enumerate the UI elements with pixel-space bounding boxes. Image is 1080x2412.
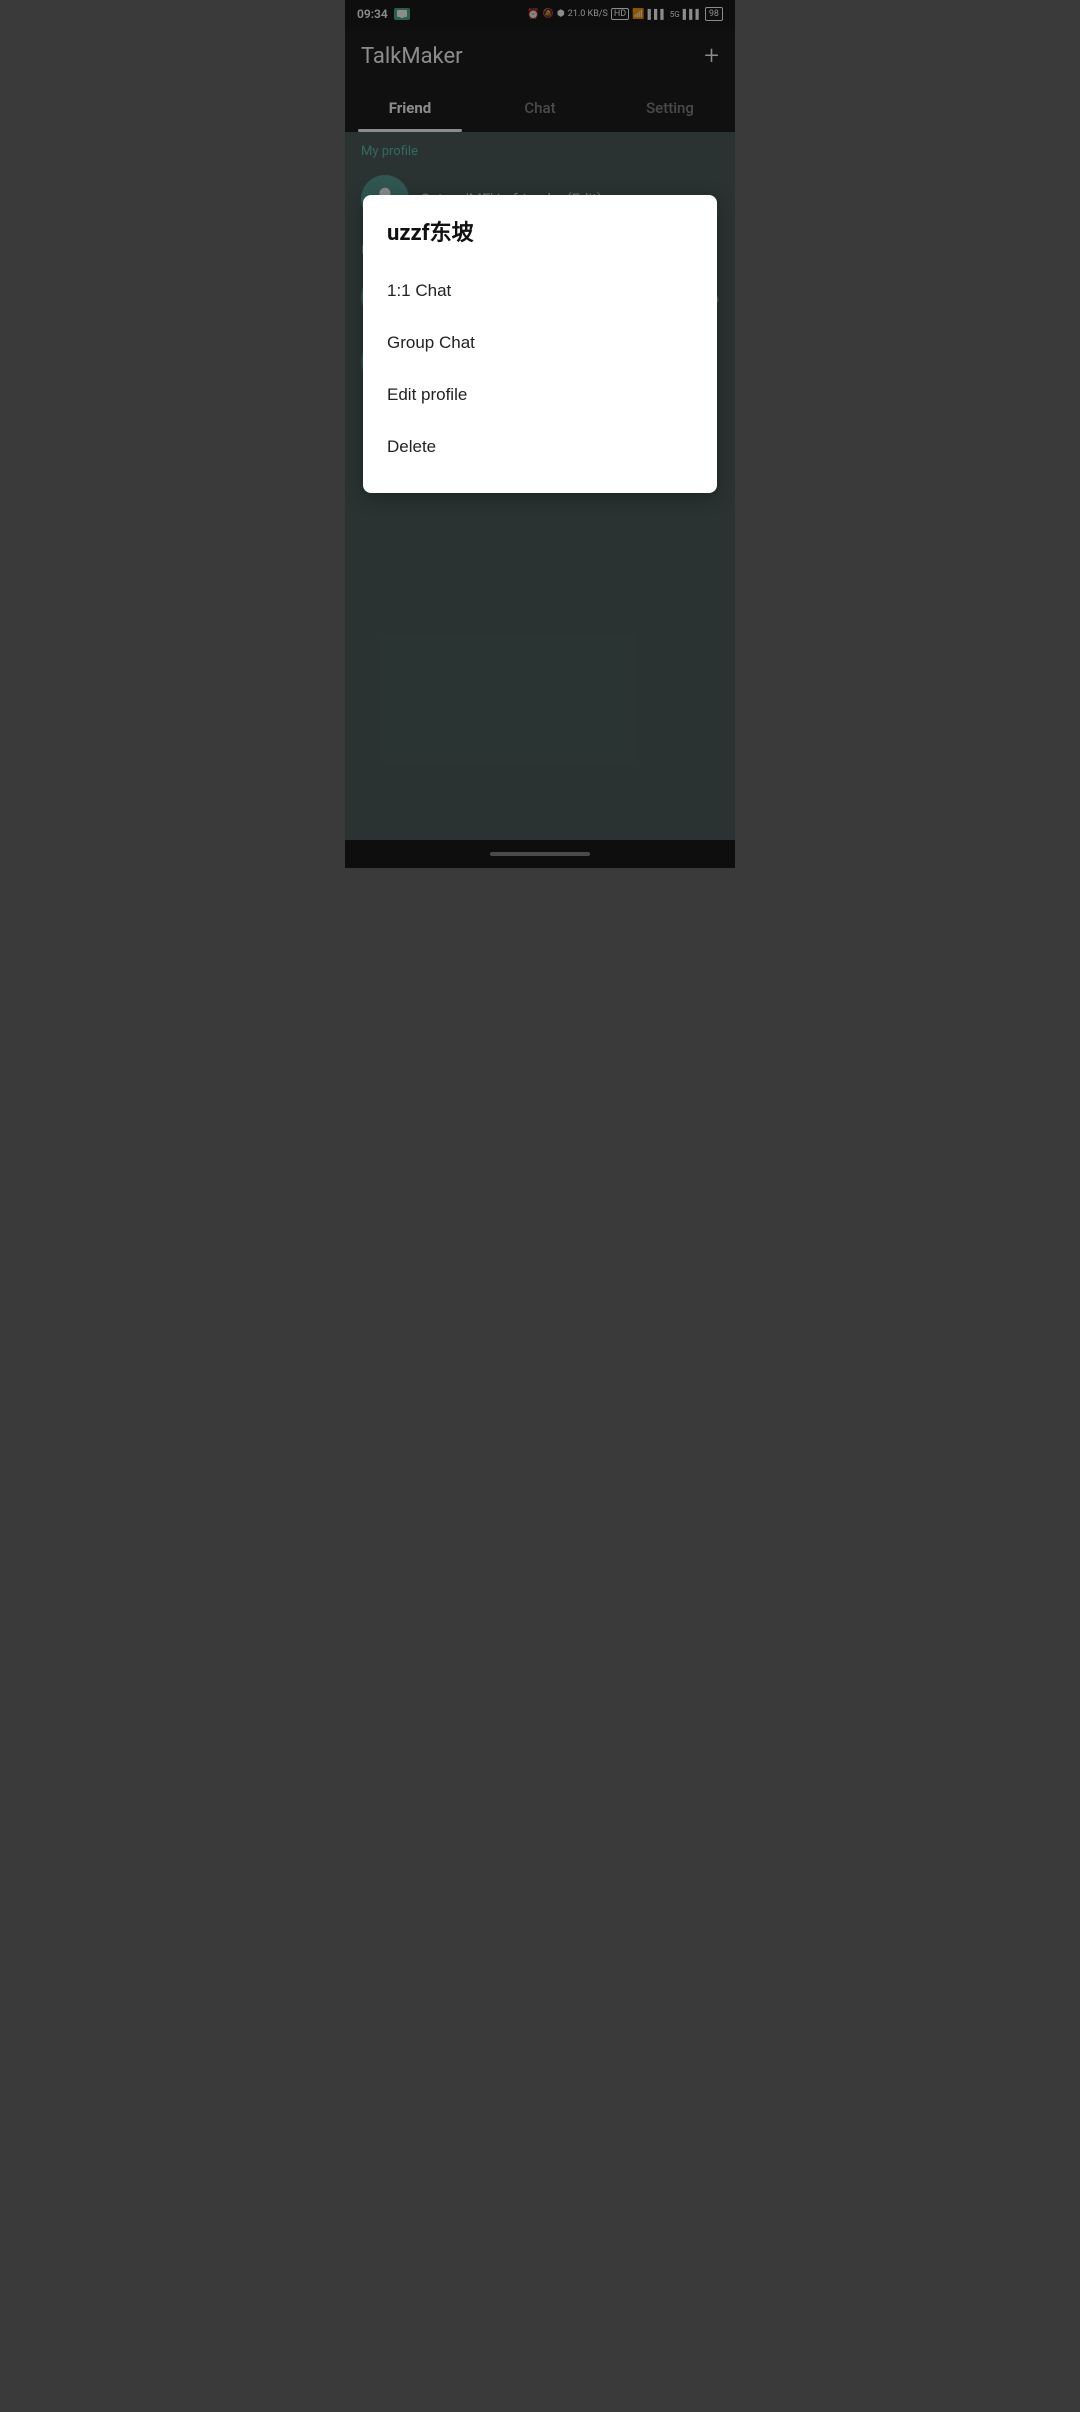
context-menu-item-edit-profile[interactable]: Edit profile [387, 369, 693, 421]
context-menu: uzzf东坡 1:1 Chat Group Chat Edit profile … [363, 195, 717, 493]
context-menu-item-group-chat[interactable]: Group Chat [387, 317, 693, 369]
context-menu-item-delete[interactable]: Delete [387, 421, 693, 473]
screen-wrapper: 09:34 ⏰ 🔕 ⬢ 21.0 KB/S HD 📶 ▌▌▌ 5G ▌▌▌ 98 [345, 0, 735, 868]
context-menu-title: uzzf东坡 [387, 215, 693, 265]
context-menu-item-one-chat[interactable]: 1:1 Chat [387, 265, 693, 317]
